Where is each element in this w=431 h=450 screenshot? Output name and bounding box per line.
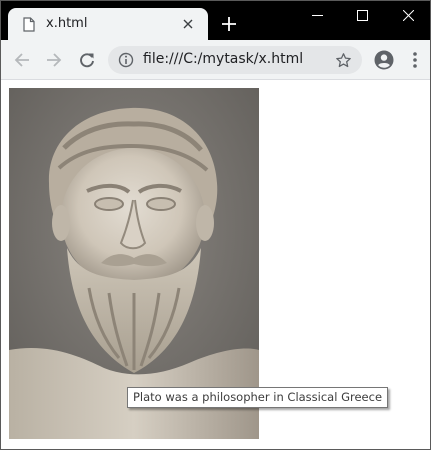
- address-bar[interactable]: file:///C:/mytask/x.html: [108, 46, 362, 74]
- browser-tab[interactable]: x.html: [8, 8, 208, 40]
- close-window-button[interactable]: [386, 0, 431, 30]
- account-icon[interactable]: [373, 49, 395, 71]
- info-icon[interactable]: [118, 52, 134, 68]
- minimize-button[interactable]: [295, 0, 340, 30]
- browser-toolbar: file:///C:/mytask/x.html: [0, 40, 431, 80]
- plus-icon[interactable]: [219, 14, 239, 34]
- close-icon[interactable]: [180, 16, 196, 32]
- arrow-right-icon[interactable]: [42, 48, 66, 72]
- star-icon[interactable]: [334, 51, 352, 69]
- maximize-button[interactable]: [340, 0, 385, 30]
- tab-title: x.html: [46, 16, 88, 31]
- page-icon: [23, 17, 35, 32]
- arrow-left-icon[interactable]: [10, 48, 34, 72]
- reload-icon[interactable]: [75, 48, 99, 72]
- page-viewport: Plato was a philosopher in Classical Gre…: [0, 81, 431, 450]
- more-vert-icon[interactable]: [406, 49, 424, 71]
- title-bar: x.html: [0, 0, 431, 40]
- image-tooltip: Plato was a philosopher in Classical Gre…: [127, 387, 389, 408]
- url-text[interactable]: file:///C:/mytask/x.html: [143, 51, 303, 67]
